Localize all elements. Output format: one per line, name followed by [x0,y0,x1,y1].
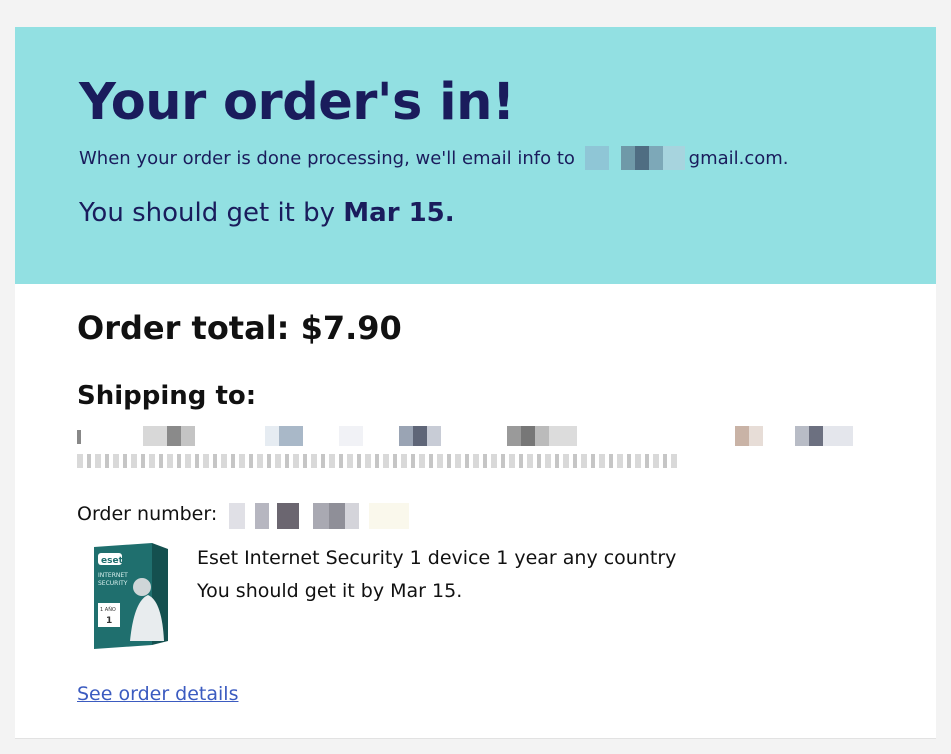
redacted-email [583,146,687,170]
email-domain: gmail.com. [688,148,789,169]
box-line-3: 1 AÑO [100,606,116,613]
page-title: Your order's in! [79,73,515,132]
shipping-heading: Shipping to: [77,381,257,411]
email-notice-text: When your order is done processing, we'l… [79,148,575,169]
order-confirmation-card: Your order's in! When your order is done… [15,27,936,739]
box-brand-text: eset [101,556,124,566]
box-line-4: 1 [106,616,112,626]
product-title[interactable]: Eset Internet Security 1 device 1 year a… [197,547,676,569]
confirmation-banner: Your order's in! When your order is done… [15,27,936,284]
redacted-order-number [229,501,409,531]
product-delivery-estimate: You should get it by Mar 15. [197,580,463,602]
see-order-details-link[interactable]: See order details [77,683,238,705]
order-number-label: Order number: [77,503,218,525]
redacted-address [77,426,877,474]
box-line-2: SECURITY [98,580,128,587]
email-notice: When your order is done processing, we'l… [79,146,789,170]
delivery-estimate: You should get it by Mar 15. [79,198,455,228]
eta-date: Mar 15. [343,198,455,228]
box-line-1: INTERNET [98,572,128,579]
order-total: Order total: $7.90 [77,309,402,347]
eta-prefix: You should get it by [79,198,336,228]
eset-product-box-image[interactable]: eset INTERNET SECURITY 1 AÑO 1 [90,541,170,651]
